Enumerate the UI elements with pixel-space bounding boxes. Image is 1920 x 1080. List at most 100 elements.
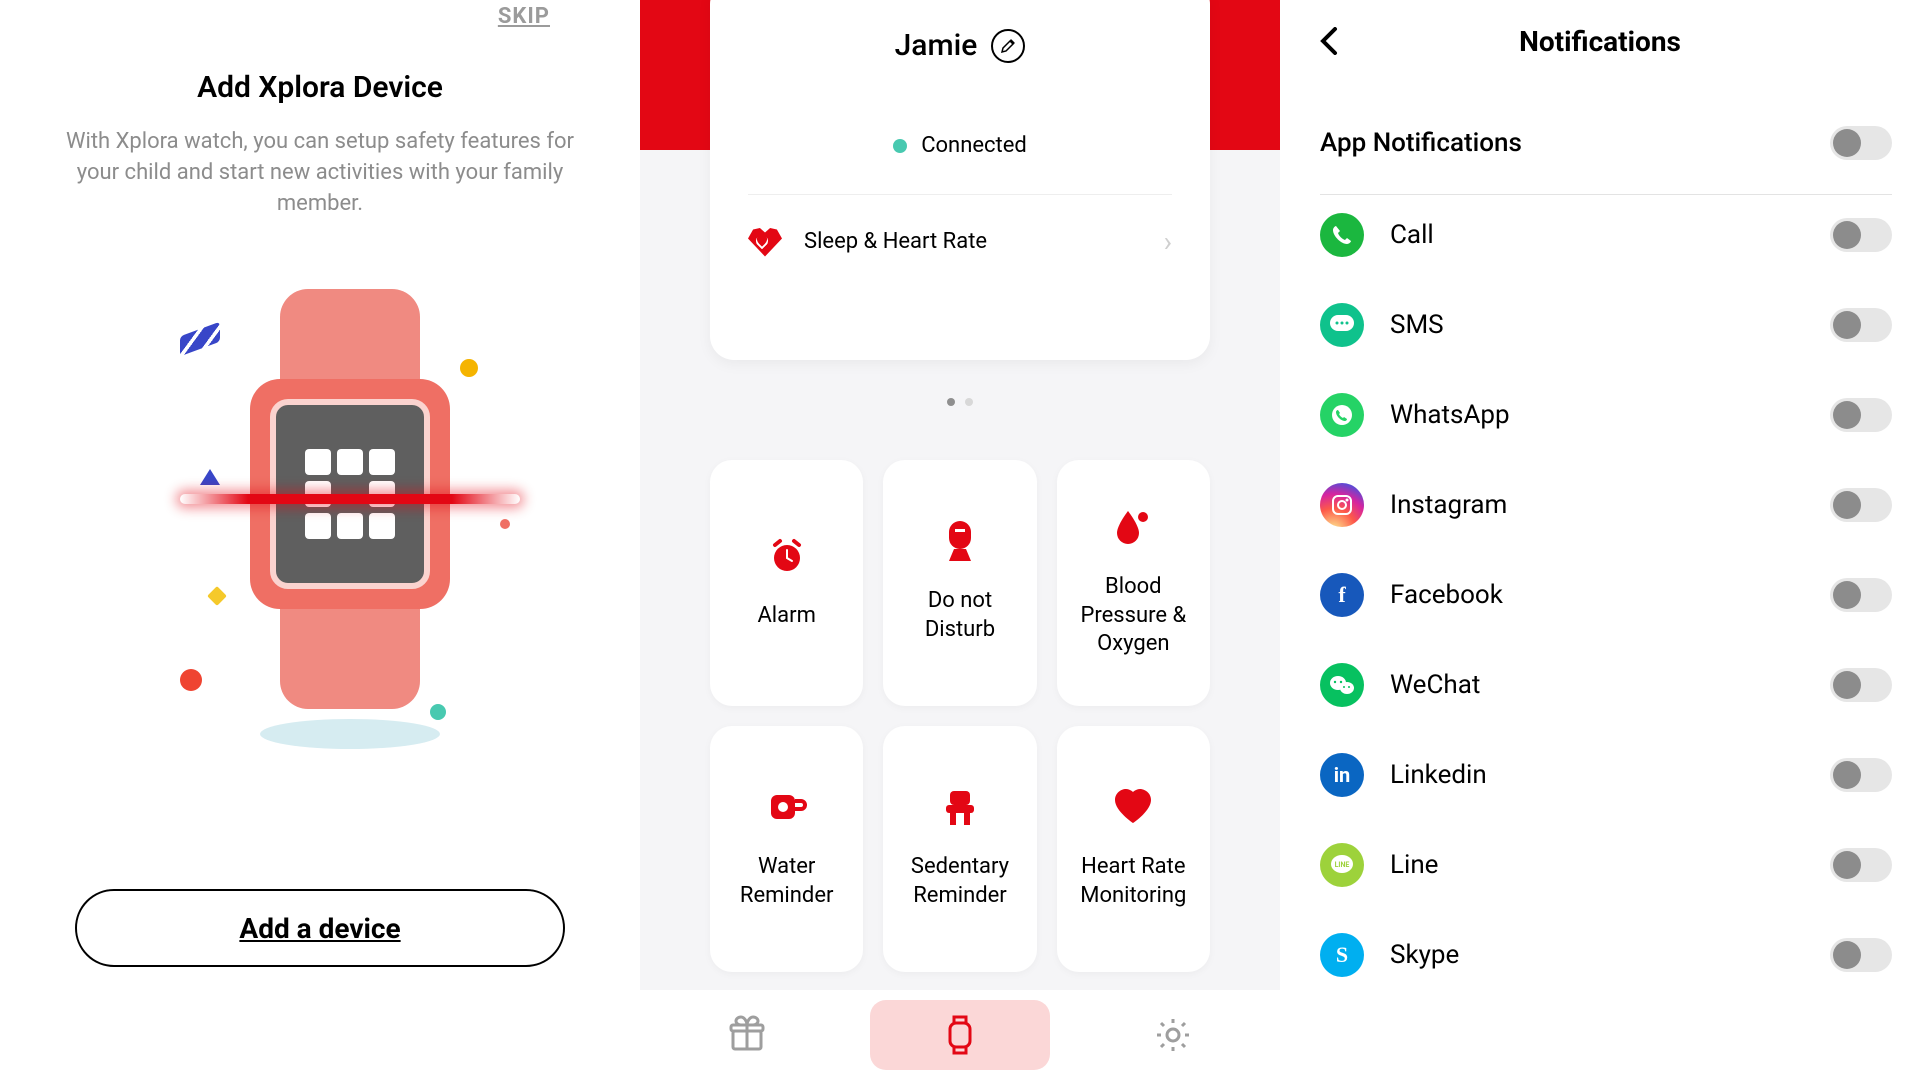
toggle-wechat[interactable] bbox=[1830, 668, 1892, 702]
notif-label: WeChat bbox=[1390, 670, 1804, 700]
master-toggle-label: App Notifications bbox=[1320, 128, 1522, 158]
sleep-heartrate-row[interactable]: Sleep & Heart Rate › bbox=[748, 225, 1172, 258]
connection-status-label: Connected bbox=[921, 133, 1027, 158]
gear-icon bbox=[1153, 1015, 1193, 1055]
phone-icon bbox=[1320, 213, 1364, 257]
tile-label: Blood Pressure & Oxygen bbox=[1057, 573, 1210, 659]
tile-label: Water Reminder bbox=[710, 853, 863, 910]
confetti-dot bbox=[207, 586, 227, 606]
master-toggle-row: App Notifications bbox=[1320, 126, 1892, 160]
notif-label: Linkedin bbox=[1390, 760, 1804, 790]
notif-row-skype: S Skype bbox=[1320, 933, 1892, 977]
toggle-instagram[interactable] bbox=[1830, 488, 1892, 522]
tile-water[interactable]: Water Reminder bbox=[710, 726, 863, 972]
gift-icon bbox=[727, 1015, 767, 1055]
line-icon: LINE bbox=[1320, 843, 1364, 887]
toggle-call[interactable] bbox=[1830, 218, 1892, 252]
notif-label: Facebook bbox=[1390, 580, 1804, 610]
alarm-icon bbox=[767, 536, 807, 576]
notif-row-line: LINE Line bbox=[1320, 843, 1892, 887]
notif-row-sms: SMS bbox=[1320, 303, 1892, 347]
notifications-header: Notifications bbox=[1320, 6, 1892, 76]
skip-link[interactable]: SKIP bbox=[498, 4, 550, 29]
tile-alarm[interactable]: Alarm bbox=[710, 460, 863, 706]
notif-label: Call bbox=[1390, 220, 1804, 250]
heart-sleep-icon bbox=[748, 227, 782, 257]
tile-label: Do not Disturb bbox=[883, 587, 1036, 644]
master-toggle[interactable] bbox=[1830, 126, 1892, 160]
chevron-left-icon bbox=[1320, 27, 1338, 55]
notif-row-whatsapp: WhatsApp bbox=[1320, 393, 1892, 437]
svg-text:LINE: LINE bbox=[1335, 861, 1350, 869]
tile-label: Alarm bbox=[747, 602, 825, 631]
blood-icon bbox=[1113, 507, 1153, 547]
bottom-tab-bar bbox=[640, 990, 1280, 1080]
user-name: Jamie bbox=[895, 28, 978, 63]
confetti-squiggle bbox=[180, 322, 220, 357]
sms-icon bbox=[1320, 303, 1364, 347]
heart-icon bbox=[1113, 787, 1153, 827]
dashboard-header: Jamie Connected Sleep & Heart Rate › bbox=[640, 0, 1280, 380]
dnd-icon bbox=[940, 521, 980, 561]
onboarding-screen: SKIP Add Xplora Device With Xplora watch… bbox=[0, 0, 640, 1080]
notif-label: WhatsApp bbox=[1390, 400, 1804, 430]
add-device-button[interactable]: Add a device bbox=[75, 889, 565, 967]
notifications-list: Call SMS WhatsApp Instagram f Fac bbox=[1320, 213, 1892, 977]
confetti-dot bbox=[180, 669, 202, 691]
confetti-dot bbox=[430, 704, 446, 720]
tile-sedentary[interactable]: Sedentary Reminder bbox=[883, 726, 1036, 972]
linkedin-icon: in bbox=[1320, 753, 1364, 797]
chevron-right-icon: › bbox=[1164, 225, 1172, 258]
instagram-icon bbox=[1320, 483, 1364, 527]
feature-grid: Alarm Do not Disturb Blood Pressure & Ox… bbox=[710, 460, 1210, 972]
tab-gift[interactable] bbox=[657, 1000, 837, 1070]
tile-blood[interactable]: Blood Pressure & Oxygen bbox=[1057, 460, 1210, 706]
divider bbox=[748, 194, 1172, 195]
toggle-facebook[interactable] bbox=[1830, 578, 1892, 612]
water-icon bbox=[767, 787, 807, 827]
watch-shadow bbox=[260, 719, 440, 749]
confetti-triangle bbox=[200, 469, 220, 485]
notif-row-instagram: Instagram bbox=[1320, 483, 1892, 527]
pager-dot[interactable] bbox=[965, 398, 973, 406]
onboarding-title: Add Xplora Device bbox=[197, 70, 443, 105]
tile-dnd[interactable]: Do not Disturb bbox=[883, 460, 1036, 706]
user-card: Jamie Connected Sleep & Heart Rate › bbox=[710, 0, 1210, 360]
notif-row-linkedin: in Linkedin bbox=[1320, 753, 1892, 797]
notif-row-wechat: WeChat bbox=[1320, 663, 1892, 707]
toggle-line[interactable] bbox=[1830, 848, 1892, 882]
edit-name-button[interactable] bbox=[991, 29, 1025, 63]
notifications-title: Notifications bbox=[1338, 25, 1862, 58]
pager-dot[interactable] bbox=[947, 398, 955, 406]
notif-label: Line bbox=[1390, 850, 1804, 880]
tile-label: Heart Rate Monitoring bbox=[1057, 853, 1210, 910]
notif-row-facebook: f Facebook bbox=[1320, 573, 1892, 617]
sedentary-icon bbox=[940, 787, 980, 827]
notif-label: Instagram bbox=[1390, 490, 1804, 520]
notif-row-call: Call bbox=[1320, 213, 1892, 257]
notif-label: SMS bbox=[1390, 310, 1804, 340]
onboarding-subtitle: With Xplora watch, you can setup safety … bbox=[60, 127, 580, 219]
notifications-screen: Notifications App Notifications Call SMS… bbox=[1280, 0, 1920, 1080]
user-name-row: Jamie bbox=[748, 28, 1172, 63]
pager-dots bbox=[640, 398, 1280, 406]
tab-settings[interactable] bbox=[1083, 1000, 1263, 1070]
toggle-linkedin[interactable] bbox=[1830, 758, 1892, 792]
tile-heart-rate[interactable]: Heart Rate Monitoring bbox=[1057, 726, 1210, 972]
back-button[interactable] bbox=[1320, 27, 1338, 55]
skype-icon: S bbox=[1320, 933, 1364, 977]
divider bbox=[1320, 194, 1892, 195]
tile-label: Sedentary Reminder bbox=[883, 853, 1036, 910]
connection-status-row: Connected bbox=[748, 133, 1172, 158]
toggle-skype[interactable] bbox=[1830, 938, 1892, 972]
whatsapp-icon bbox=[1320, 393, 1364, 437]
toggle-whatsapp[interactable] bbox=[1830, 398, 1892, 432]
watch-icon bbox=[942, 1013, 978, 1057]
toggle-sms[interactable] bbox=[1830, 308, 1892, 342]
status-dot-icon bbox=[893, 139, 907, 153]
scan-line bbox=[180, 494, 520, 504]
tab-watch[interactable] bbox=[870, 1000, 1050, 1070]
facebook-icon: f bbox=[1320, 573, 1364, 617]
confetti-dot bbox=[460, 359, 478, 377]
confetti-dot bbox=[500, 519, 510, 529]
